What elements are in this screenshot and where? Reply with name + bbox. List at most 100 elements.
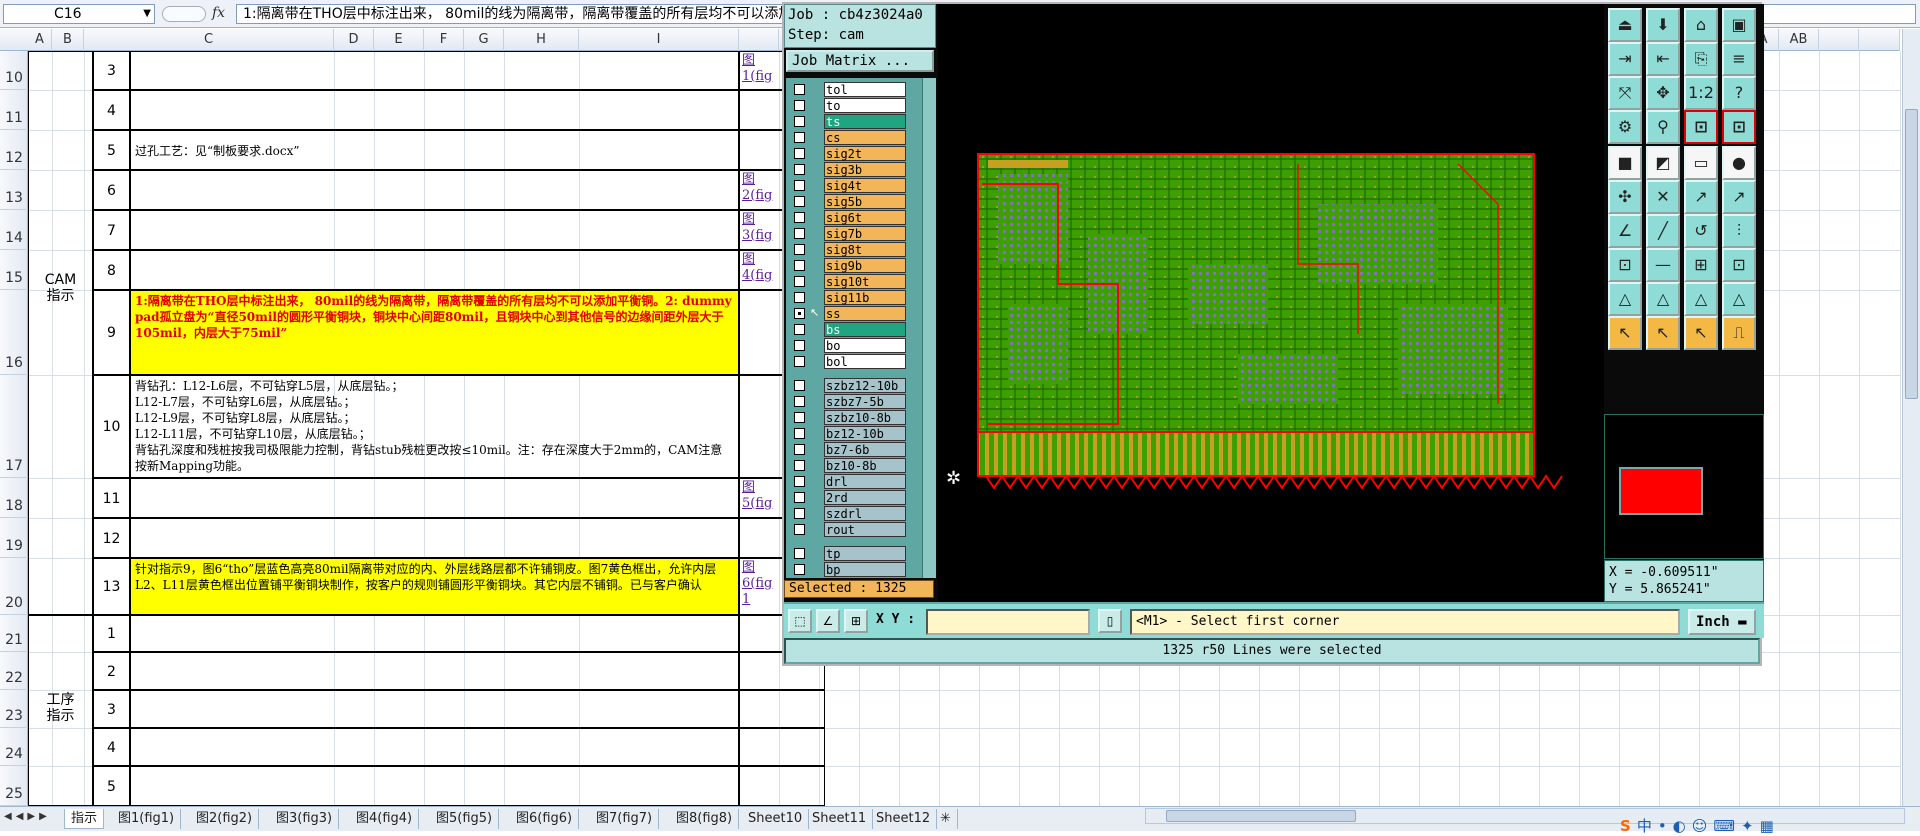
layer-checkbox[interactable] [794, 260, 805, 271]
layer-checkbox[interactable] [794, 492, 805, 503]
layer-row[interactable]: drl [786, 474, 920, 489]
row-header[interactable]: 21 [0, 615, 28, 652]
column-header[interactable]: G [464, 29, 504, 51]
layer-checkbox[interactable] [794, 308, 805, 319]
row-header[interactable]: 16 [0, 290, 28, 375]
layer-row[interactable]: sig6t [786, 210, 920, 225]
pointer-alt-icon[interactable]: ↖ [1646, 316, 1680, 350]
layer-row[interactable]: sig2t [786, 146, 920, 161]
row-header[interactable]: 17 [0, 375, 28, 478]
reference-icon[interactable]: ⊡ [1722, 110, 1756, 144]
column-header[interactable] [1819, 29, 1859, 51]
cross-icon[interactable]: ✕ [1646, 180, 1680, 214]
vertical-scrollbar[interactable] [1902, 29, 1920, 806]
probe-icon[interactable]: ⚲ [1646, 110, 1680, 144]
measure-d-icon[interactable]: △ [1722, 282, 1756, 316]
layer-name[interactable]: sig8t [824, 242, 906, 257]
layer-name[interactable]: bz12-10b [824, 426, 906, 441]
layer-row[interactable]: sig5b [786, 194, 920, 209]
layer-row[interactable]: ↖ ss [786, 306, 920, 321]
row-header[interactable]: 20 [0, 558, 28, 615]
item-number[interactable]: 13 [93, 558, 130, 615]
instruction-cell[interactable] [130, 210, 739, 250]
layer-name[interactable]: sig5b [824, 194, 906, 209]
angle-icon[interactable]: ∠ [1608, 214, 1642, 248]
item-number[interactable]: 1 [93, 615, 130, 652]
column-header[interactable] [1859, 29, 1900, 51]
layer-checkbox[interactable] [794, 228, 805, 239]
point-alt-icon[interactable]: ↗ [1722, 180, 1756, 214]
layer-row[interactable]: cs [786, 130, 920, 145]
layer-name[interactable]: cs [824, 130, 906, 145]
snap-pad-icon[interactable]: ⊡ [1608, 248, 1642, 282]
instruction-cell[interactable]: 针对指示9，图6“tho”层蓝色高亮80mil隔离带对应的内、外层线路层都不许铺… [130, 558, 739, 615]
layer-name[interactable]: sig11b [824, 290, 906, 305]
layer-name[interactable]: szdrl [824, 506, 906, 521]
item-number[interactable]: 10 [93, 375, 130, 478]
layer-name[interactable]: tp [824, 546, 906, 561]
layer-name[interactable]: bz10-8b [824, 458, 906, 473]
layer-name[interactable]: drl [824, 474, 906, 489]
layer-row[interactable]: tp [786, 546, 920, 561]
arc-icon[interactable]: ↺ [1684, 214, 1718, 248]
item-number[interactable]: 4 [93, 90, 130, 130]
layer-row[interactable]: sig7b [786, 226, 920, 241]
layer-checkbox[interactable] [794, 476, 805, 487]
formula-edit-buttons[interactable] [162, 6, 206, 22]
sheet-tab[interactable]: 指示 [64, 809, 105, 829]
layer-row[interactable]: bp [786, 562, 920, 577]
layer-name[interactable]: szbz7-5b [824, 394, 906, 409]
instruction-cell[interactable] [130, 90, 739, 130]
cam-group-label[interactable]: CAM 指示 [28, 51, 93, 615]
layer-checkbox[interactable] [794, 116, 805, 127]
figure-link[interactable] [739, 690, 825, 728]
layer-name[interactable]: bo [824, 338, 906, 353]
layer-name[interactable]: to [824, 98, 906, 113]
layer-checkbox[interactable] [794, 564, 805, 575]
export-icon[interactable]: ⇤ [1646, 42, 1680, 76]
copy-icon[interactable]: ⎘ [1684, 42, 1718, 76]
row-header[interactable]: 11 [0, 90, 28, 130]
pad-icon[interactable]: ■ [1608, 146, 1642, 180]
sheet-tab[interactable]: 图7(fig7) [590, 809, 660, 829]
figure-link[interactable] [739, 728, 825, 766]
ime-toolbar[interactable]: S中•◐☺⌨✦▦ [1620, 815, 1780, 836]
item-number[interactable]: 7 [93, 210, 130, 250]
layer-row[interactable]: bz10-8b [786, 458, 920, 473]
item-number[interactable]: 5 [93, 130, 130, 170]
item-number[interactable]: 3 [93, 51, 130, 90]
layer-checkbox[interactable] [794, 340, 805, 351]
horizontal-scrollbar[interactable] [1145, 808, 1905, 824]
measure-icon[interactable]: ∠ [816, 609, 840, 633]
item-number[interactable]: 2 [93, 652, 130, 690]
row-header[interactable]: 13 [0, 170, 28, 210]
row-header[interactable]: 15 [0, 250, 28, 290]
layer-checkbox[interactable] [794, 292, 805, 303]
instruction-cell[interactable] [130, 652, 739, 690]
pointer-icon[interactable]: ↖ [1608, 316, 1642, 350]
instruction-cell[interactable] [130, 170, 739, 210]
layer-name[interactable]: sig10t [824, 274, 906, 289]
scroll-thumb[interactable] [1166, 810, 1356, 822]
layer-checkbox[interactable] [794, 356, 805, 367]
layer-row[interactable]: bz12-10b [786, 426, 920, 441]
help-icon[interactable]: ? [1722, 76, 1756, 110]
layer-row[interactable]: sig10t [786, 274, 920, 289]
circle-icon[interactable]: ● [1722, 146, 1756, 180]
row-header[interactable]: 14 [0, 210, 28, 250]
zoom-area-icon[interactable]: ⬚ [788, 609, 812, 633]
sheet-tab[interactable]: 图6(fig6) [510, 809, 580, 829]
item-number[interactable]: 6 [93, 170, 130, 210]
layer-name[interactable]: tol [824, 82, 906, 97]
layer-name[interactable]: bs [824, 322, 906, 337]
column-header[interactable] [739, 29, 779, 51]
layer-name[interactable]: sig9b [824, 258, 906, 273]
merge-icon[interactable]: ⊡ [1722, 248, 1756, 282]
layer-checkbox[interactable] [794, 84, 805, 95]
layer-name[interactable]: 2rd [824, 490, 906, 505]
column-header[interactable]: F [424, 29, 464, 51]
process-group-label[interactable]: 工序 指示 [28, 615, 93, 806]
layer-checkbox[interactable] [794, 508, 805, 519]
layer-row[interactable]: tol [786, 82, 920, 97]
home-icon[interactable]: ⌂ [1684, 8, 1718, 42]
